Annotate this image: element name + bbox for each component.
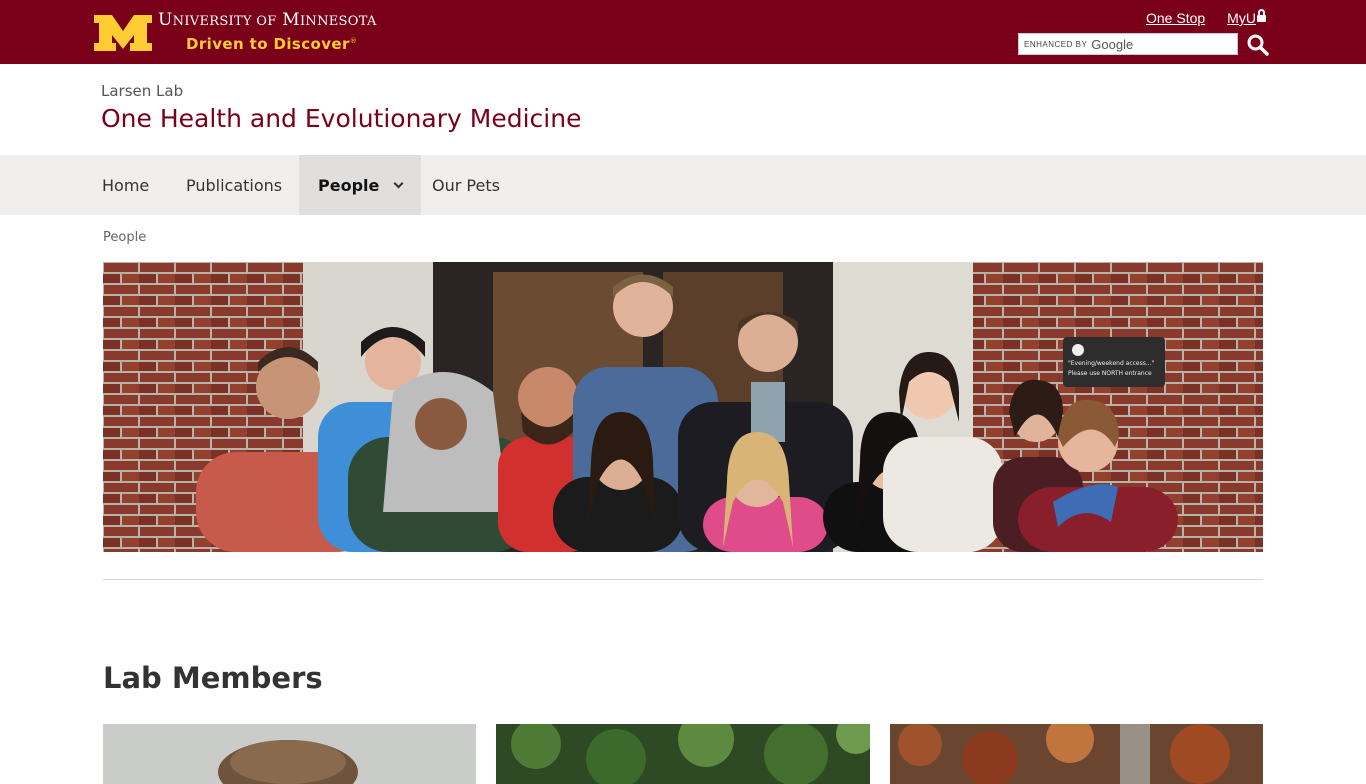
utility-links: One Stop MyU bbox=[1146, 9, 1266, 26]
lab-member-card[interactable] bbox=[496, 724, 870, 784]
sign-line-1: "Evening/weekend access..." bbox=[1068, 360, 1155, 367]
university-wordmark[interactable]: UNIVERSITY OF MINNESOTA bbox=[158, 10, 377, 30]
umn-block-m-logo[interactable] bbox=[92, 13, 154, 53]
wordmark-minnesota: INNESOTA bbox=[299, 14, 377, 29]
lock-icon bbox=[1256, 9, 1266, 23]
lab-member-photo bbox=[103, 724, 476, 784]
lab-member-card[interactable] bbox=[890, 724, 1263, 784]
nav-home-label: Home bbox=[102, 175, 150, 195]
enhanced-by-label: ENHANCED BY bbox=[1024, 39, 1088, 49]
wordmark-u: U bbox=[158, 10, 173, 30]
registered-mark: ® bbox=[349, 37, 358, 45]
content-divider bbox=[103, 579, 1263, 580]
tagline-text: Driven to Discover bbox=[186, 35, 350, 53]
site-title[interactable]: One Health and Evolutionary Medicine bbox=[101, 104, 581, 133]
nav-our-pets-label: Our Pets bbox=[432, 175, 500, 195]
lab-member-card[interactable] bbox=[103, 724, 476, 784]
nav-people[interactable]: People bbox=[299, 155, 422, 215]
nav-publications-label: Publications bbox=[186, 175, 283, 195]
myu-label: MyU bbox=[1227, 10, 1256, 26]
nav-publications[interactable]: Publications bbox=[186, 155, 282, 215]
section-title: Lab Members bbox=[103, 661, 323, 695]
lab-group-photo: "Evening/weekend access..." Please use N… bbox=[103, 262, 1263, 552]
breadcrumb: People bbox=[103, 230, 147, 245]
one-stop-link[interactable]: One Stop bbox=[1146, 10, 1205, 26]
lab-member-photo bbox=[890, 724, 1263, 784]
wordmark-university-of: NIVERSITY OF bbox=[172, 14, 277, 29]
search-icon[interactable] bbox=[1246, 33, 1270, 57]
nav-home[interactable]: Home bbox=[102, 155, 149, 215]
search-input[interactable]: ENHANCED BY Google bbox=[1018, 33, 1238, 55]
sign-line-2: Please use NORTH entrance bbox=[1068, 370, 1152, 377]
site-parent-link[interactable]: Larsen Lab bbox=[101, 82, 183, 100]
wordmark-m: M bbox=[282, 10, 300, 30]
group-photo-illustration: "Evening/weekend access..." Please use N… bbox=[103, 262, 1263, 552]
google-label: Google bbox=[1091, 36, 1134, 52]
nav-people-label: People bbox=[318, 175, 380, 195]
main-nav: Home Publications People Our Pets bbox=[0, 155, 1366, 215]
nav-our-pets[interactable]: Our Pets bbox=[432, 155, 500, 215]
lab-member-photo bbox=[496, 724, 870, 784]
umn-header: UNIVERSITY OF MINNESOTA Driven to Discov… bbox=[0, 0, 1366, 64]
tagline: Driven to Discover® bbox=[186, 35, 357, 53]
myu-link[interactable]: MyU bbox=[1227, 9, 1266, 26]
chevron-down-icon[interactable] bbox=[393, 178, 404, 188]
